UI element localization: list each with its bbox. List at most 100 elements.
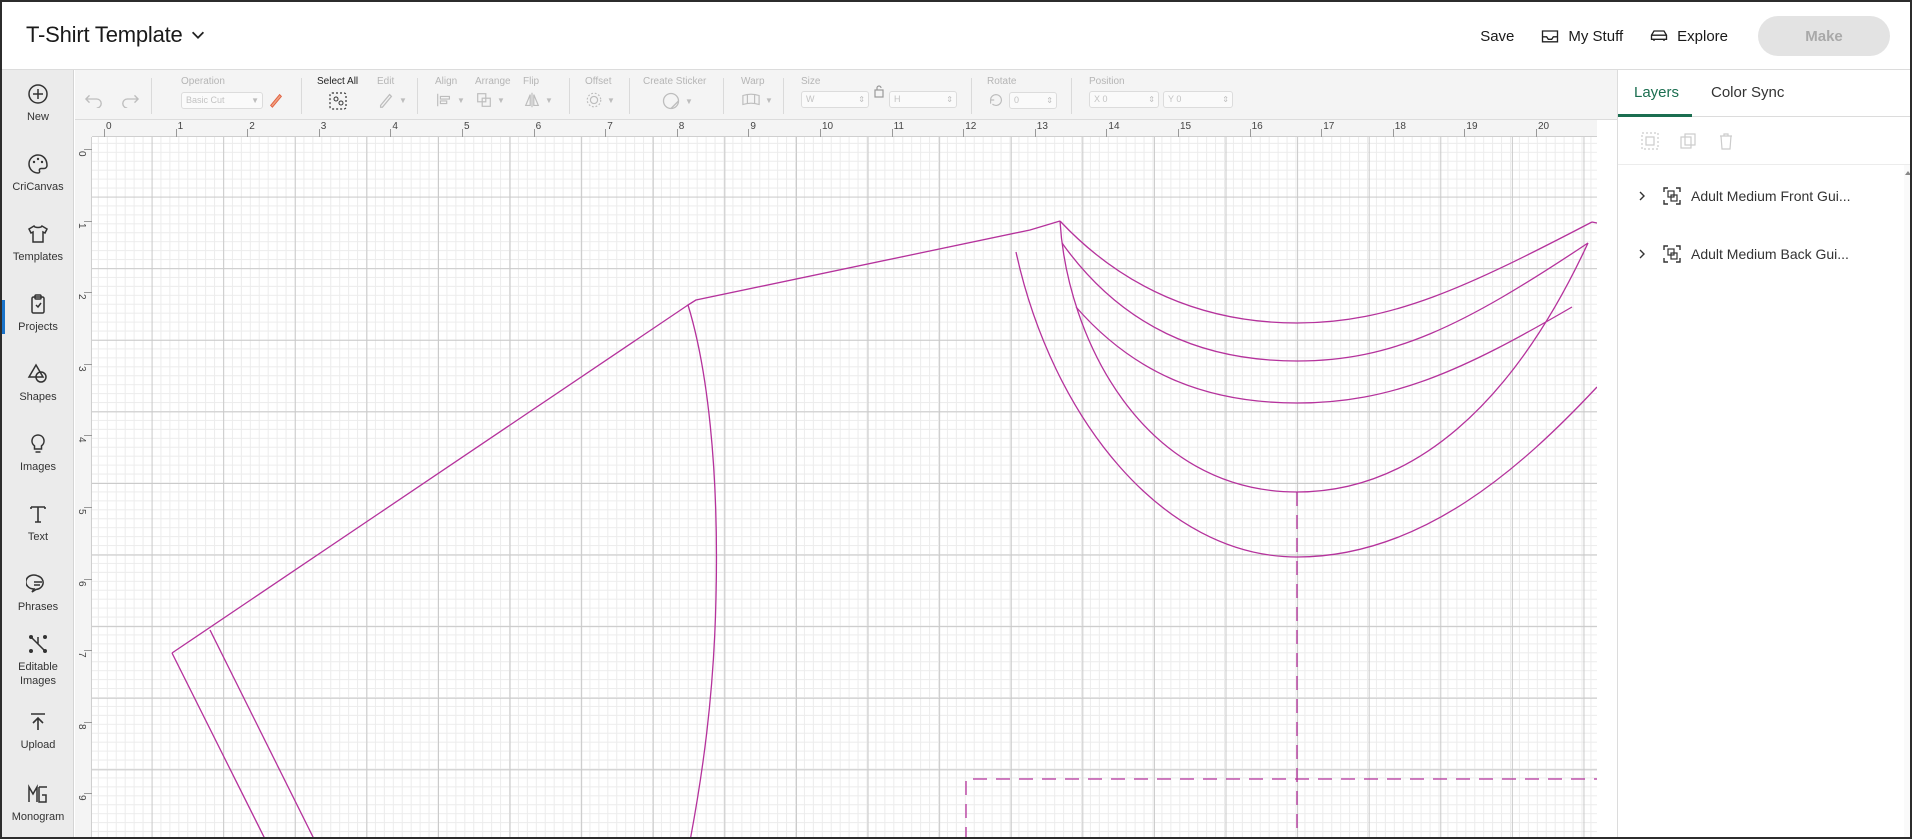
- ruler-tick-label: 4: [76, 437, 87, 443]
- left-sidebar: New CriCanvas Templates Projects Shapes …: [2, 70, 74, 837]
- ruler-tick-label: 3: [76, 365, 87, 372]
- pen-color-icon[interactable]: [267, 91, 285, 109]
- plus-circle-icon: [28, 84, 48, 104]
- sidebar-item-images[interactable]: Images: [2, 432, 74, 474]
- sleeve-hem-outer: [171, 652, 265, 837]
- ruler-tick-mark: [676, 129, 678, 137]
- pos-y-label: Y: [1168, 94, 1174, 104]
- group-layer-icon: [1663, 245, 1681, 263]
- arrange-icon[interactable]: [475, 91, 493, 109]
- sidebar-item-projects[interactable]: Projects: [2, 292, 74, 334]
- rotate-value: 0: [1014, 94, 1020, 105]
- sidebar-item-shapes[interactable]: Shapes: [2, 362, 74, 404]
- ruler-tick-label: 8: [678, 121, 685, 132]
- sidebar-item-text[interactable]: Text: [2, 502, 74, 544]
- warp-icon[interactable]: [741, 91, 761, 109]
- operation-select[interactable]: Basic Cut ▼: [181, 91, 263, 109]
- ruler-corner: [75, 120, 92, 137]
- width-label: W: [806, 94, 815, 104]
- ruler-tick-label: 5: [76, 509, 87, 515]
- ruler-tick-label: 7: [76, 652, 87, 658]
- car-icon: [1650, 30, 1668, 41]
- design-canvas[interactable]: 0 1 2 3 4 5 6 7 8 9 10 11 12 13 14 15 16 17 18 19 20 0123456…: [75, 120, 1597, 837]
- offset-icon[interactable]: [585, 91, 603, 109]
- size-control: Size W ⇕ H ⇕: [801, 76, 957, 116]
- ruler-tick-mark: [1249, 129, 1251, 137]
- operation-control: Operation Basic Cut ▼: [181, 76, 285, 116]
- sidebar-item-label: Text: [27, 531, 49, 543]
- shoulder-line: [171, 220, 1061, 654]
- ruler-tick-label: 13: [1036, 121, 1048, 132]
- ruler-tick-mark: [1392, 129, 1394, 137]
- panel-scroll-up-icon[interactable]: [1905, 171, 1910, 175]
- monogram-icon: [28, 784, 47, 803]
- width-input[interactable]: W ⇕: [801, 91, 869, 108]
- sidebar-item-phrases[interactable]: Phrases: [2, 572, 74, 614]
- tab-color-sync[interactable]: Color Sync: [1711, 84, 1784, 101]
- ruler-tick-label: 12: [965, 121, 977, 132]
- layer-row[interactable]: Adult Medium Back Gui...: [1618, 234, 1910, 274]
- make-button[interactable]: Make: [1758, 16, 1890, 56]
- warp-label: Warp: [741, 76, 765, 87]
- height-label: H: [894, 94, 901, 104]
- duplicate-icon[interactable]: [1678, 131, 1698, 151]
- sidebar-item-label: Editable Images: [18, 661, 58, 687]
- select-all-control[interactable]: Select All: [317, 76, 358, 116]
- chevron-right-icon[interactable]: [1636, 248, 1648, 260]
- height-input[interactable]: H ⇕: [889, 91, 957, 108]
- redo-icon[interactable]: [119, 90, 141, 108]
- select-all-label: Select All: [317, 76, 359, 87]
- edit-pencil-icon[interactable]: [377, 91, 395, 109]
- text-icon: [30, 506, 46, 523]
- app-window: T-Shirt Template Save My Stuff Explore M…: [0, 0, 1912, 839]
- sidebar-item-templates[interactable]: Templates: [2, 222, 74, 264]
- panel-scrollbar[interactable]: [1904, 165, 1910, 837]
- save-button[interactable]: Save: [1480, 28, 1514, 45]
- sidebar-item-monogram[interactable]: Monogram: [2, 782, 74, 824]
- warp-control: Warp ▼: [741, 76, 773, 116]
- sticker-icon[interactable]: [661, 91, 681, 111]
- ruler-tick-mark: [533, 129, 535, 137]
- ruler-tick-label: 4: [392, 121, 398, 132]
- sleeve-seam: [687, 299, 718, 837]
- chevron-right-icon[interactable]: [1636, 190, 1648, 202]
- edit-label: Edit: [377, 76, 395, 87]
- rotate-input[interactable]: 0 ⇕: [1009, 91, 1057, 109]
- ruler-tick-label: 8: [76, 723, 87, 730]
- align-icon[interactable]: [435, 91, 453, 109]
- sidebar-item-cricanvas[interactable]: CriCanvas: [2, 152, 74, 194]
- trash-icon[interactable]: [1716, 131, 1736, 151]
- sidebar-item-new[interactable]: New: [2, 82, 74, 124]
- top-header: T-Shirt Template Save My Stuff Explore M…: [2, 2, 1910, 70]
- position-label: Position: [1089, 76, 1125, 87]
- sidebar-item-label: Templates: [12, 251, 64, 263]
- neck-curve-1: [1059, 220, 1593, 324]
- lock-icon[interactable]: [873, 84, 885, 98]
- layer-actions: [1618, 117, 1910, 165]
- position-y-input[interactable]: Y 0 ⇕: [1163, 91, 1233, 108]
- ruler-tick-label: 19: [1466, 121, 1478, 132]
- save-label: Save: [1480, 27, 1515, 45]
- sidebar-item-label: Projects: [18, 321, 58, 333]
- position-x-input[interactable]: X 0 ⇕: [1089, 91, 1159, 108]
- tab-layers[interactable]: Layers: [1634, 84, 1679, 101]
- sidebar-item-upload[interactable]: Upload: [2, 710, 74, 752]
- sidebar-item-editable-images[interactable]: Editable Images: [2, 632, 74, 688]
- explore-button[interactable]: Explore: [1649, 26, 1728, 46]
- ruler-tick-mark: [748, 129, 750, 137]
- undo-icon[interactable]: [83, 90, 105, 108]
- rotate-icon: [990, 94, 1002, 106]
- layer-row[interactable]: Adult Medium Front Gui...: [1618, 176, 1910, 216]
- make-label: Make: [1805, 27, 1843, 45]
- ruler-tick-mark: [1536, 129, 1537, 137]
- group-icon[interactable]: [1640, 131, 1660, 151]
- my-stuff-button[interactable]: My Stuff: [1540, 26, 1623, 46]
- project-title-dropdown[interactable]: T-Shirt Template: [26, 22, 207, 48]
- sidebar-item-label: Monogram: [11, 811, 65, 823]
- project-title: T-Shirt Template: [26, 22, 183, 47]
- flip-control: Flip ▼: [523, 76, 553, 116]
- tray-icon: [1542, 30, 1559, 43]
- sleeve-hem-inner: [209, 629, 314, 837]
- sidebar-item-label: Images: [19, 461, 57, 473]
- flip-icon[interactable]: [523, 91, 541, 109]
